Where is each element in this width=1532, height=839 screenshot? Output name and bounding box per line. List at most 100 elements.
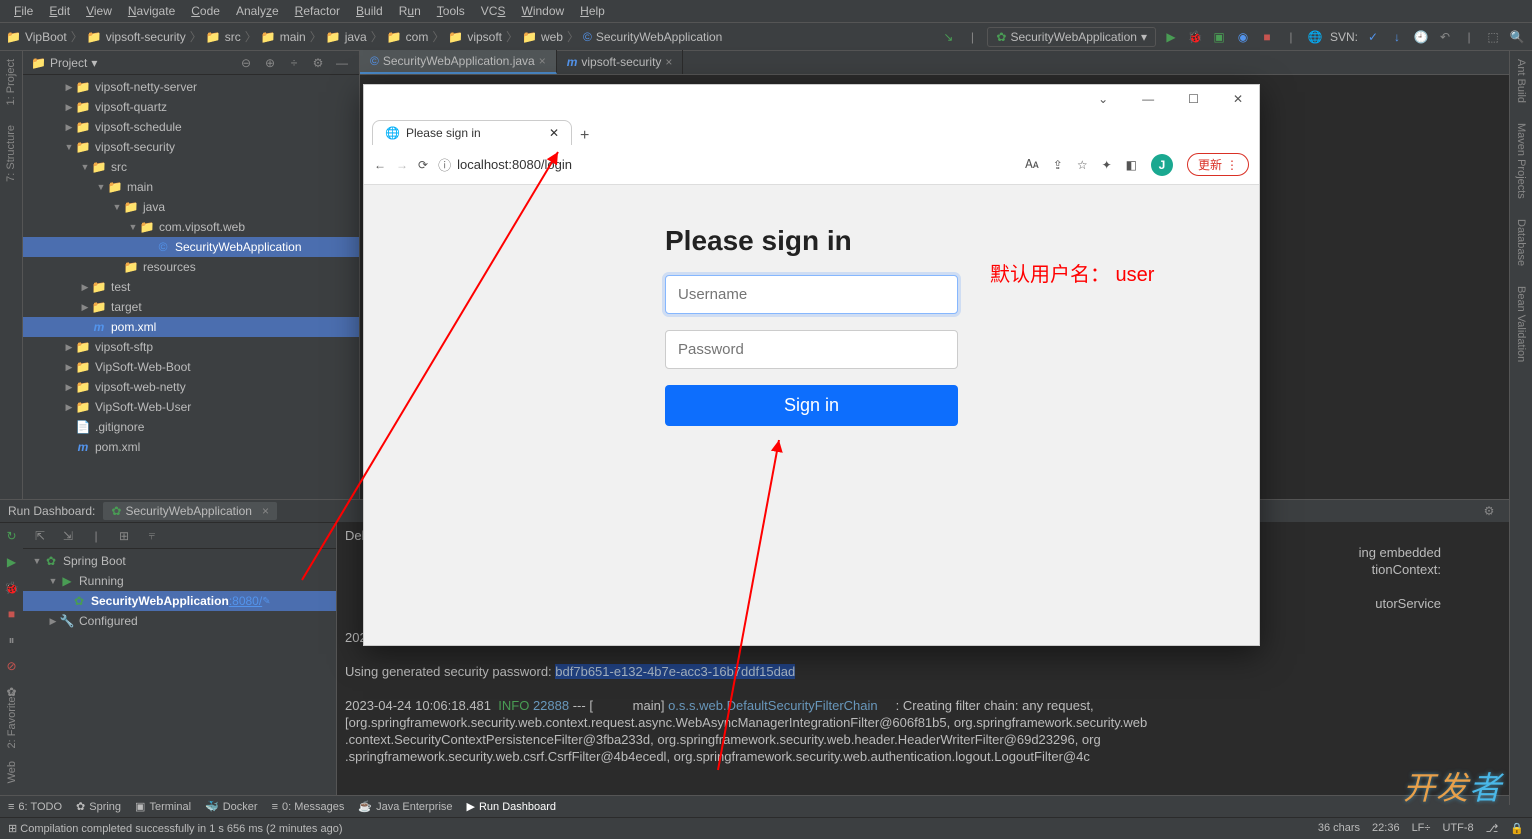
tree-row-running[interactable]: ▼▶Running (23, 571, 336, 591)
port-link[interactable]: :8080/ (229, 594, 262, 608)
database-button[interactable]: Database (1515, 215, 1527, 270)
todo-button[interactable]: ≡ 6: TODO (8, 801, 62, 813)
docker-button[interactable]: 🐳 Docker (205, 800, 258, 813)
close-icon[interactable]: × (665, 55, 672, 69)
messages-button[interactable]: ≡ 0: Messages (272, 801, 345, 813)
menu-edit[interactable]: Edit (43, 2, 76, 20)
build-icon[interactable]: ↘ (939, 28, 957, 46)
bean-validation-button[interactable]: Bean Validation (1515, 282, 1527, 366)
reload-icon[interactable]: ⟳ (418, 158, 428, 172)
run-dashboard-tab[interactable]: ✿SecurityWebApplication× (103, 502, 277, 520)
tree-row-spring-boot[interactable]: ▼✿Spring Boot (23, 551, 336, 571)
profile-avatar[interactable]: J (1151, 154, 1173, 176)
tree-row[interactable]: ©SecurityWebApplication (23, 237, 359, 257)
globe-icon[interactable]: 🌐 (1306, 28, 1324, 46)
minimize-icon[interactable]: ⊖ (237, 54, 255, 72)
group-icon[interactable]: ⊞ (115, 527, 133, 545)
tree-row[interactable]: ▶📁vipsoft-web-netty (23, 377, 359, 397)
menu-refactor[interactable]: Refactor (289, 2, 346, 20)
tree-row[interactable]: ▶📁VipSoft-Web-User (23, 397, 359, 417)
breadcrumb-item[interactable]: SecurityWebApplication (596, 30, 723, 44)
git-branch-icon[interactable]: ⎇ (1486, 822, 1499, 835)
breadcrumb-item[interactable]: com (406, 30, 429, 44)
tree-row[interactable]: ▼📁java (23, 197, 359, 217)
filter-icon[interactable]: ⫧ (143, 527, 161, 545)
tree-row[interactable]: ▶📁vipsoft-quartz (23, 97, 359, 117)
gear-icon[interactable]: ⚙ (1480, 502, 1498, 520)
tree-row[interactable]: mpom.xml (23, 317, 359, 337)
maximize-icon[interactable]: ☐ (1180, 90, 1207, 108)
info-icon[interactable]: ⓘ (438, 155, 451, 174)
run-icon[interactable]: ▶ (1162, 28, 1180, 46)
target-icon[interactable]: ⊕ (261, 54, 279, 72)
gear-icon[interactable]: ⚙ (309, 54, 327, 72)
signin-button[interactable]: Sign in (665, 385, 958, 426)
coverage-icon[interactable]: ▣ (1210, 28, 1228, 46)
menu-build[interactable]: Build (350, 2, 389, 20)
editor-tab[interactable]: mvipsoft-security× (557, 50, 684, 74)
tree-row[interactable]: ▼📁main (23, 177, 359, 197)
java-ee-button[interactable]: ☕ Java Enterprise (358, 800, 452, 813)
new-tab-button[interactable]: + (580, 127, 589, 145)
panel-icon[interactable]: ◧ (1126, 158, 1137, 172)
collapse-icon[interactable]: ÷ (285, 54, 303, 72)
breadcrumb-item[interactable]: vipsoft (467, 30, 502, 44)
username-input[interactable] (665, 275, 958, 314)
web-tool-button[interactable]: Web (6, 761, 18, 783)
share-icon[interactable]: ⇪ (1053, 158, 1063, 172)
update-icon[interactable]: ↓ (1388, 28, 1406, 46)
search-icon[interactable]: 🔍 (1508, 28, 1526, 46)
back-icon[interactable]: ← (374, 158, 386, 172)
terminal-button[interactable]: ▣ Terminal (135, 800, 191, 813)
tree-row[interactable]: ▼📁vipsoft-security (23, 137, 359, 157)
breadcrumb-item[interactable]: VipBoot (25, 30, 67, 44)
spring-button[interactable]: ✿ Spring (76, 800, 121, 813)
breadcrumb-item[interactable]: vipsoft-security (106, 30, 186, 44)
ant-build-button[interactable]: Ant Build (1515, 55, 1527, 107)
tree-row[interactable]: ▶📁vipsoft-sftp (23, 337, 359, 357)
extensions-icon[interactable]: ✦ (1102, 158, 1112, 172)
profile-icon[interactable]: ◉ (1234, 28, 1252, 46)
maven-projects-button[interactable]: Maven Projects (1515, 119, 1527, 203)
tree-row[interactable]: 📁resources (23, 257, 359, 277)
tree-row[interactable]: ▶📁target (23, 297, 359, 317)
tree-row[interactable]: ▶📁test (23, 277, 359, 297)
dropdown-icon[interactable]: ⌄ (1090, 90, 1116, 108)
menu-file[interactable]: FFileile (8, 2, 39, 20)
pause-icon[interactable]: ⏸ (3, 631, 21, 649)
url-input[interactable]: ⓘ localhost:8080/login (438, 155, 1015, 174)
hide-icon[interactable]: — (333, 54, 351, 72)
menu-analyze[interactable]: Analyze (230, 2, 285, 20)
structure-icon[interactable]: ⬚ (1484, 28, 1502, 46)
debug-icon[interactable]: 🐞 (3, 579, 21, 597)
run-config-selector[interactable]: ✿SecurityWebApplication ▾ (987, 27, 1156, 47)
tree-row[interactable]: ▶📁vipsoft-netty-server (23, 77, 359, 97)
menu-vcs[interactable]: VCS (475, 2, 512, 20)
exit-icon[interactable]: ⊘ (3, 657, 21, 675)
breadcrumb-item[interactable]: web (541, 30, 563, 44)
password-input[interactable] (665, 330, 958, 369)
editor-tab[interactable]: ©SecurityWebApplication.java× (360, 50, 557, 74)
menu-tools[interactable]: Tools (431, 2, 471, 20)
menu-code[interactable]: Code (185, 2, 226, 20)
structure-tool-button[interactable]: 7: Structure (5, 121, 17, 186)
tree-row[interactable]: ▶📁vipsoft-schedule (23, 117, 359, 137)
generated-password[interactable]: bdf7b651-e132-4b7e-acc3-16b7ddf15dad (555, 664, 795, 679)
forward-icon[interactable]: → (396, 158, 408, 172)
breadcrumb-item[interactable]: java (345, 30, 367, 44)
history-icon[interactable]: 🕘 (1412, 28, 1430, 46)
tree-row[interactable]: 📄.gitignore (23, 417, 359, 437)
stop-icon[interactable]: ■ (1258, 28, 1276, 46)
breadcrumb-item[interactable]: main (280, 30, 306, 44)
project-tool-button[interactable]: 1: Project (5, 55, 17, 109)
tree-row[interactable]: ▶📁VipSoft-Web-Boot (23, 357, 359, 377)
run-tree[interactable]: ▼✿Spring Boot ▼▶Running ✿SecurityWebAppl… (23, 549, 336, 795)
menu-run[interactable]: Run (393, 2, 427, 20)
update-button[interactable]: 更新 ⋮ (1187, 153, 1249, 176)
tree-row-configured[interactable]: ▶🔧Configured (23, 611, 336, 631)
menu-help[interactable]: Help (574, 2, 611, 20)
close-icon[interactable]: ✕ (1225, 90, 1251, 108)
menu-navigate[interactable]: Navigate (122, 2, 181, 20)
close-tab-icon[interactable]: ✕ (549, 126, 559, 140)
expand-icon[interactable]: ⇱ (31, 527, 49, 545)
